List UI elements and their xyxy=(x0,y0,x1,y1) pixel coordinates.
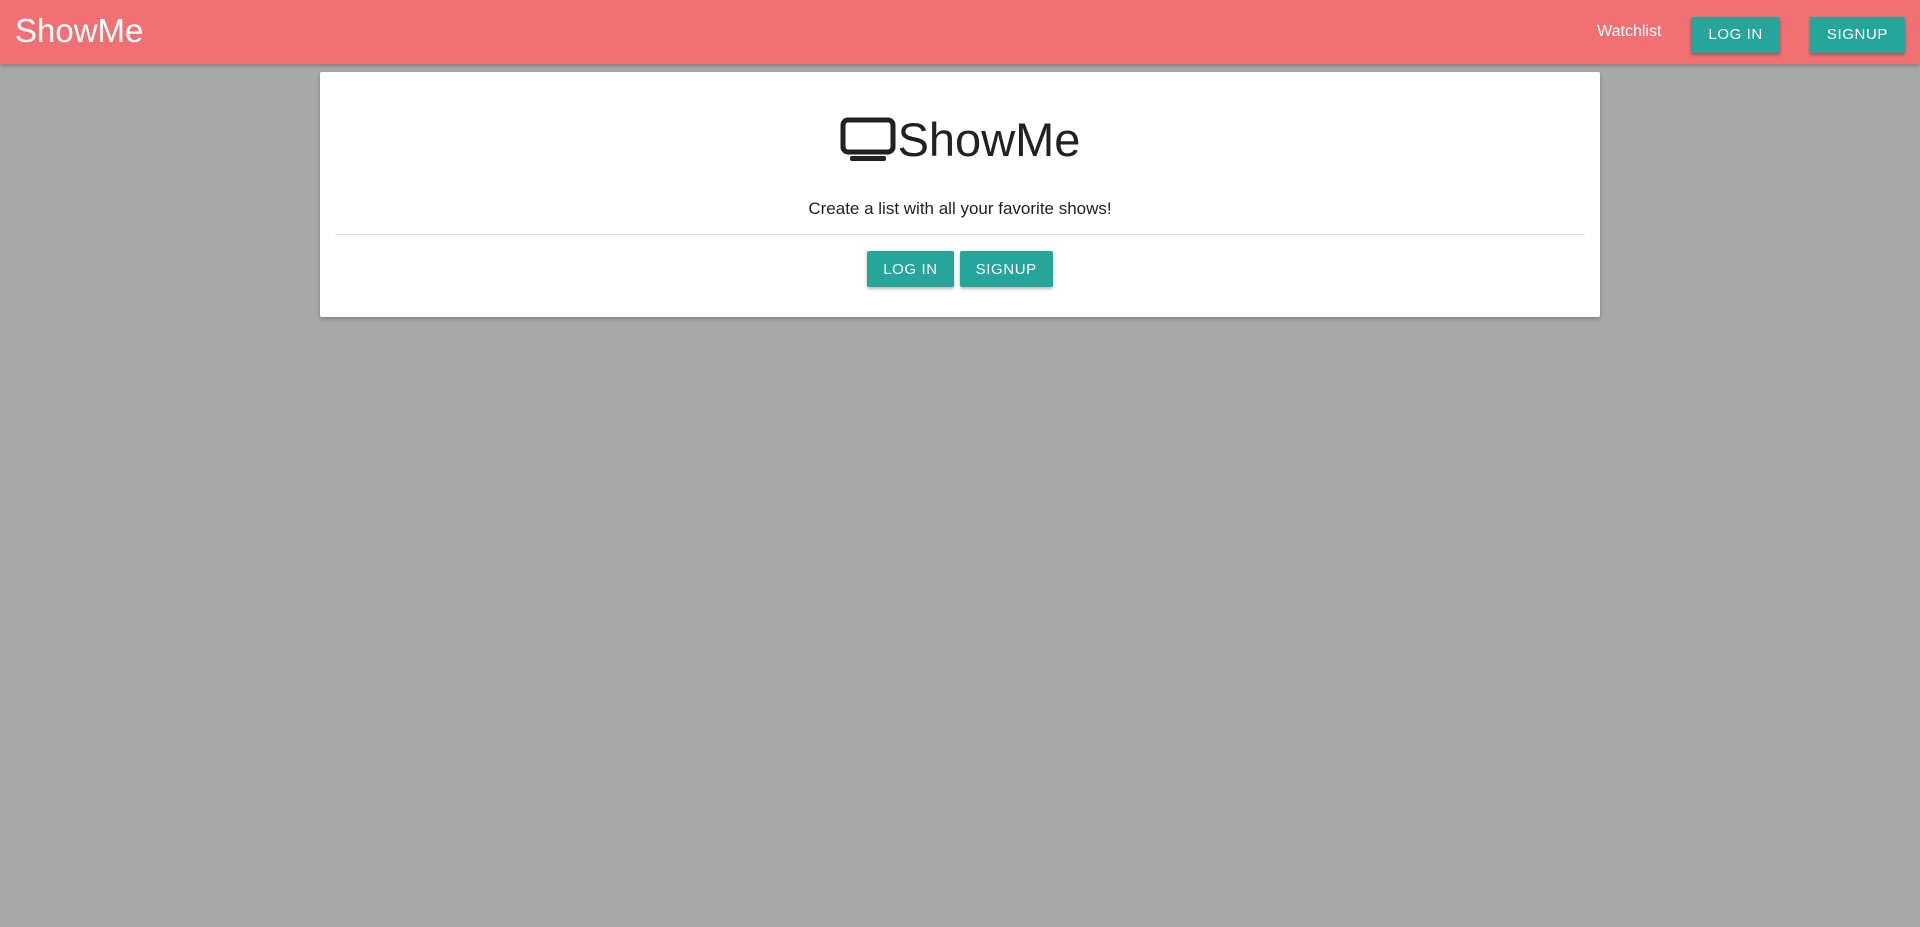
nav-login-button[interactable]: LOG IN xyxy=(1691,16,1780,53)
nav-right-group: Watchlist LOG IN SIGNUP xyxy=(1597,16,1905,53)
top-navbar: ShowMe Watchlist LOG IN SIGNUP xyxy=(0,0,1920,64)
hero-title-text: ShowMe xyxy=(897,113,1081,166)
card-actions: LOG IN SIGNUP xyxy=(320,251,1600,287)
signup-button[interactable]: SIGNUP xyxy=(959,251,1053,287)
tv-icon xyxy=(840,117,896,161)
watchlist-link[interactable]: Watchlist xyxy=(1597,23,1691,41)
welcome-card: ShowMe Create a list with all your favor… xyxy=(320,72,1600,317)
brand-logo[interactable]: ShowMe xyxy=(15,11,143,51)
nav-signup-button[interactable]: SIGNUP xyxy=(1809,16,1905,53)
hero-title: ShowMe xyxy=(320,116,1600,163)
tagline: Create a list with all your favorite sho… xyxy=(808,199,1112,218)
divider xyxy=(335,234,1585,235)
login-button[interactable]: LOG IN xyxy=(867,251,954,287)
